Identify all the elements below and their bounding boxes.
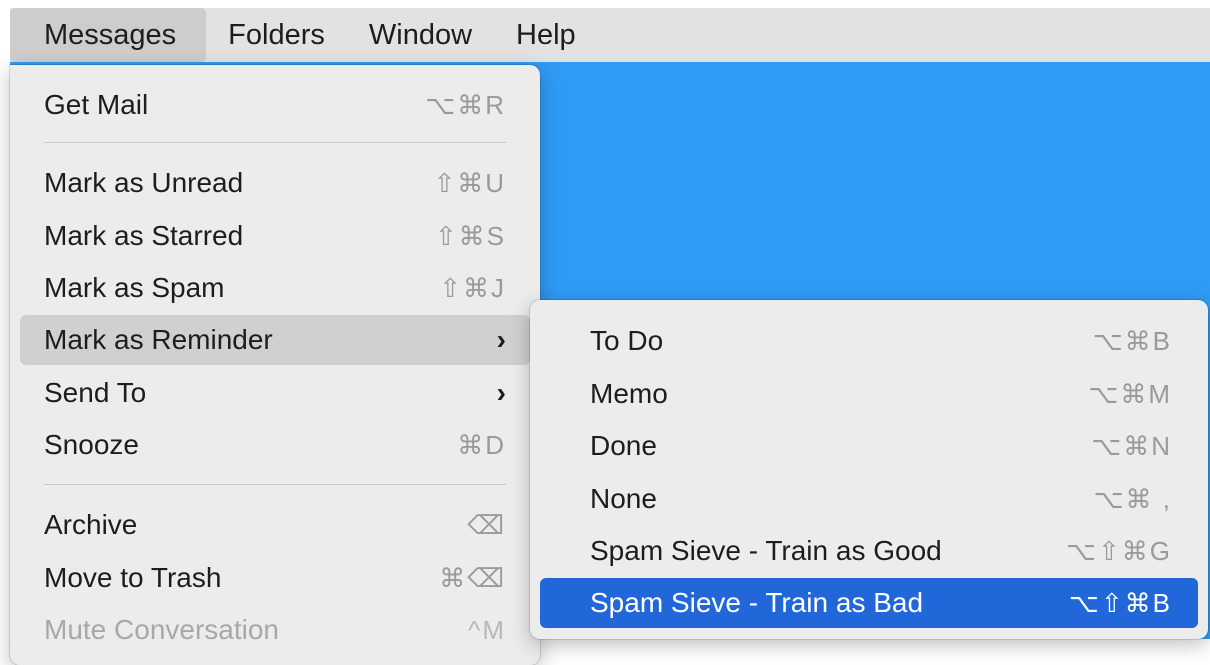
shortcut-label: ⌥⌘ ,: [1093, 483, 1172, 514]
menu-item-mark-as-reminder[interactable]: Mark as Reminder ›: [20, 315, 530, 365]
menu-item-label: Archive: [44, 509, 138, 540]
menu-item-label: Done: [590, 430, 657, 461]
delete-key-icon: ⌫: [467, 509, 506, 540]
menu-item-label: None: [590, 483, 657, 514]
shortcut-label: ⇧⌘U: [433, 167, 506, 198]
menu-item-label: Memo: [590, 378, 668, 409]
shortcut-label: ⇧⌘J: [439, 272, 506, 303]
messages-dropdown-menu: Get Mail ⌥⌘R Mark as Unread ⇧⌘U Mark as …: [10, 65, 540, 665]
menu-item-mute-conversation: Mute Conversation ^M: [20, 605, 530, 655]
submenu-item-none[interactable]: None ⌥⌘ ,: [540, 474, 1198, 524]
shortcut-label: ⌘D: [457, 429, 506, 460]
submenu-item-train-as-good[interactable]: Spam Sieve - Train as Good ⌥⇧⌘G: [540, 526, 1198, 576]
menu-item-label: Mark as Unread: [44, 167, 244, 198]
submenu-item-train-as-bad[interactable]: Spam Sieve - Train as Bad ⌥⇧⌘B: [540, 578, 1198, 628]
menu-item-mark-as-starred[interactable]: Mark as Starred ⇧⌘S: [20, 211, 530, 261]
chevron-right-icon: ›: [496, 324, 506, 355]
menu-separator: [44, 142, 506, 143]
shortcut-label: ⌘⌫: [439, 562, 506, 593]
menu-item-mark-as-unread[interactable]: Mark as Unread ⇧⌘U: [20, 158, 530, 208]
menu-item-label: Mark as Starred: [44, 220, 244, 251]
menu-item-get-mail[interactable]: Get Mail ⌥⌘R: [20, 80, 530, 130]
shortcut-label: ⌥⇧⌘G: [1066, 535, 1172, 566]
shortcut-label: ^M: [468, 614, 506, 645]
menu-item-label: Send To: [44, 377, 147, 408]
menu-item-mark-as-spam[interactable]: Mark as Spam ⇧⌘J: [20, 263, 530, 313]
menu-bar: Messages Folders Window Help: [10, 8, 1210, 63]
submenu-item-done[interactable]: Done ⌥⌘N: [540, 421, 1198, 471]
menu-item-move-to-trash[interactable]: Move to Trash ⌘⌫: [20, 553, 530, 603]
menu-item-label: Get Mail: [44, 89, 149, 120]
menu-item-label: Snooze: [44, 429, 139, 460]
submenu-item-memo[interactable]: Memo ⌥⌘M: [540, 369, 1198, 419]
menu-item-label: Spam Sieve - Train as Good: [590, 535, 942, 566]
menu-help[interactable]: Help: [494, 8, 598, 62]
menu-item-label: To Do: [590, 325, 664, 356]
menu-item-snooze[interactable]: Snooze ⌘D: [20, 420, 530, 470]
shortcut-label: ⌥⌘R: [425, 89, 506, 120]
shortcut-label: ⇧⌘S: [434, 220, 506, 251]
reminder-submenu: To Do ⌥⌘B Memo ⌥⌘M Done ⌥⌘N None ⌥⌘ , Sp…: [530, 300, 1208, 639]
menu-item-archive[interactable]: Archive ⌫: [20, 500, 530, 550]
shortcut-label: ⌥⌘N: [1091, 430, 1172, 461]
menu-item-label: Spam Sieve - Train as Bad: [590, 587, 924, 618]
menu-item-send-to[interactable]: Send To ›: [20, 368, 530, 418]
shortcut-label: ⌥⌘M: [1088, 378, 1172, 409]
menu-item-label: Mute Conversation: [44, 614, 280, 645]
submenu-item-to-do[interactable]: To Do ⌥⌘B: [540, 316, 1198, 366]
menu-window[interactable]: Window: [347, 8, 494, 62]
menu-folders[interactable]: Folders: [206, 8, 347, 62]
chevron-right-icon: ›: [496, 377, 506, 408]
shortcut-label: ⌥⌘B: [1092, 325, 1172, 356]
menu-item-label: Mark as Spam: [44, 272, 225, 303]
menu-separator: [44, 484, 506, 485]
menu-messages[interactable]: Messages: [10, 8, 207, 62]
menu-item-label: Move to Trash: [44, 562, 222, 593]
menu-item-label: Mark as Reminder: [44, 324, 273, 355]
shortcut-label: ⌥⇧⌘B: [1068, 587, 1172, 618]
